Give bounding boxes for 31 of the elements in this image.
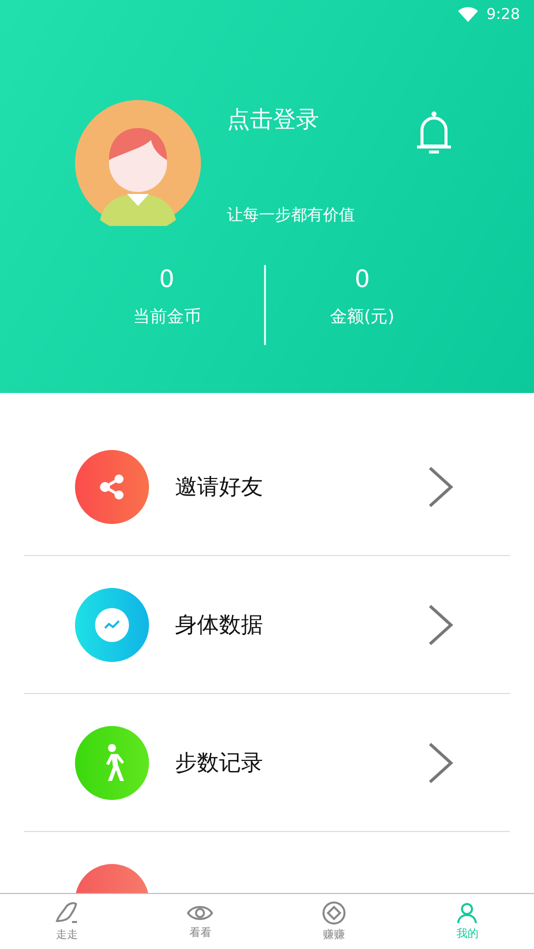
bell-icon[interactable] bbox=[414, 110, 454, 156]
login-link[interactable]: 点击登录 bbox=[227, 104, 402, 135]
nav-tab[interactable]: 走走 bbox=[0, 894, 134, 949]
menu-item[interactable]: 邀请好友 bbox=[24, 418, 510, 556]
chart-icon bbox=[95, 608, 129, 642]
tab-label: 赚赚 bbox=[322, 927, 345, 942]
menu-label: 身体数据 bbox=[175, 612, 263, 638]
menu-item[interactable]: 步数记录 bbox=[24, 694, 510, 832]
tab-label: 走走 bbox=[56, 927, 78, 942]
menu-label: 步数记录 bbox=[175, 750, 263, 776]
chevron-right-icon bbox=[427, 464, 455, 508]
coin-icon bbox=[322, 901, 346, 925]
stat-value: 0 bbox=[354, 265, 370, 293]
menu-label: 邀请好友 bbox=[175, 474, 263, 500]
chevron-right-icon bbox=[427, 602, 455, 646]
status-time: 9:28 bbox=[486, 5, 520, 23]
menu-item[interactable]: 身体数据 bbox=[24, 556, 510, 694]
stat-label: 当前金币 bbox=[132, 306, 201, 328]
person-icon bbox=[456, 902, 478, 924]
nav-tab[interactable]: 看看 bbox=[134, 894, 267, 949]
tab-label: 看看 bbox=[189, 925, 212, 940]
stat-label: 金额(元) bbox=[330, 306, 394, 328]
nav-tab[interactable]: 赚赚 bbox=[267, 894, 400, 949]
stat-value: 0 bbox=[159, 265, 174, 293]
nav-tab[interactable]: 我的 bbox=[400, 894, 534, 949]
wifi-icon bbox=[458, 6, 478, 22]
tab-label: 我的 bbox=[456, 926, 478, 941]
avatar-icon[interactable] bbox=[75, 100, 201, 226]
slogan-text: 让每一步都有价值 bbox=[227, 205, 356, 226]
chevron-right-icon bbox=[427, 740, 455, 784]
eye-icon bbox=[187, 903, 214, 923]
